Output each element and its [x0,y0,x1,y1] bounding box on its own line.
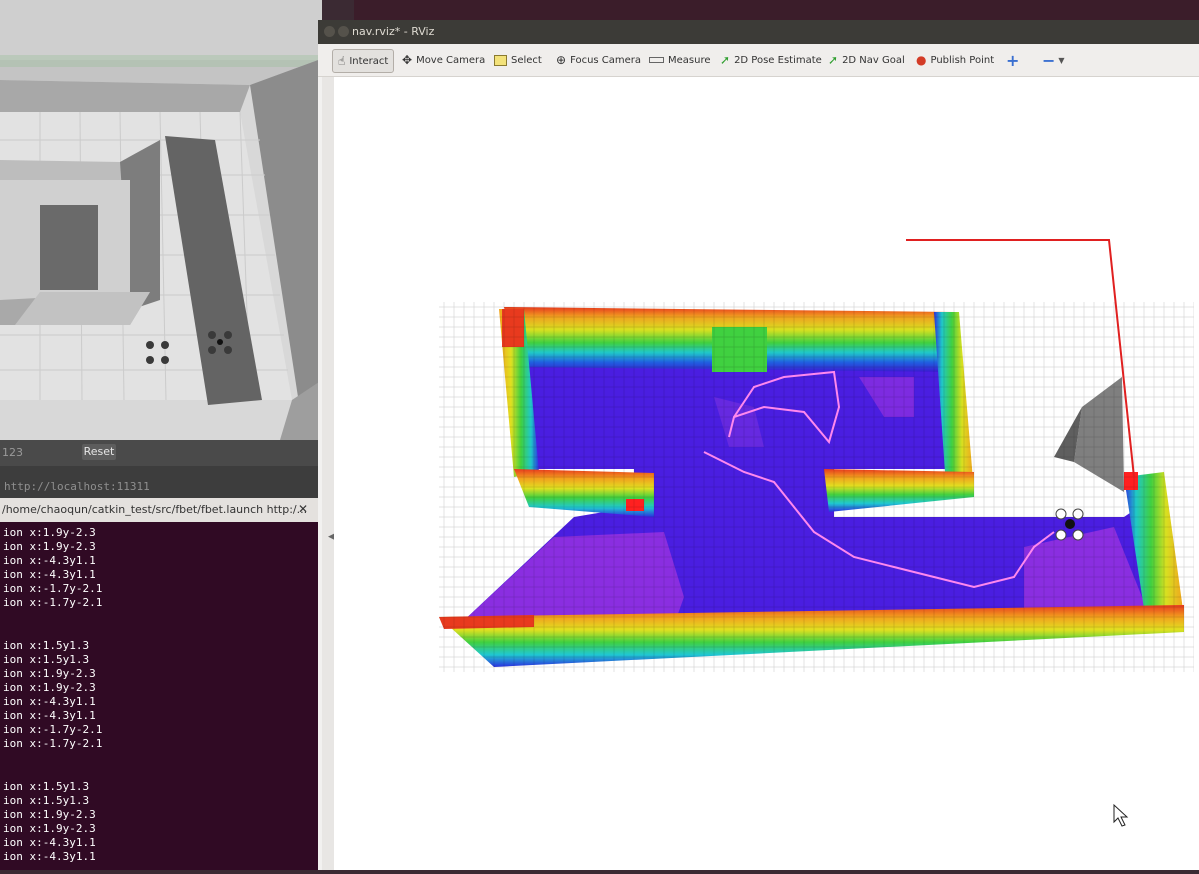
minus-icon[interactable]: − ▼ [1042,49,1065,71]
terminal-line: ion x:-4.3y1.1 [3,568,96,582]
terminal-line: ion x:1.5y1.3 [3,793,90,807]
terminal-line: ion x:-1.7y-2.1 [3,582,103,596]
rviz-title-bar: nav.rviz* - RViz [318,20,1199,44]
terminal-line: ion x:-4.3y1.1 [3,695,96,709]
gazebo-scene [0,0,322,440]
nav-goal-tool-button[interactable]: ➚ 2D Nav Goal [828,49,905,71]
publish-point-tool-label: Publish Point [930,54,995,66]
pose-estimate-tool-button[interactable]: ➚ 2D Pose Estimate [720,49,822,71]
publish-point-tool-button[interactable]: ● Publish Point [916,49,994,71]
close-window-icon[interactable] [324,26,335,37]
rviz-3d-viewport[interactable] [334,77,1199,870]
gazebo-iterations-field[interactable]: 123 [0,444,42,462]
terminal-line: ion x:-4.3y1.1 [3,836,96,850]
terminal-line: ion x:1.9y-2.3 [3,540,96,554]
terminal-line: ion x:-4.3y1.1 [3,554,96,568]
terminal-title-bar: http://localhost:11311 [0,466,318,498]
minimize-window-icon[interactable] [338,26,349,37]
measure-tool-button[interactable]: Measure [649,49,711,71]
green-arrow-icon: ➚ [720,53,731,67]
desktop-top-bar [354,0,1199,20]
terminal-line: ion x:1.5y1.3 [3,638,90,652]
close-tab-icon[interactable]: ✕ [298,502,308,516]
terminal-window[interactable]: http://localhost:11311 /home/chaoqun/cat… [0,466,318,870]
terminal-tab-label: /home/chaoqun/catkin_test/src/fbet/fbet.… [2,503,308,516]
terminal-line: ion x:1.9y-2.3 [3,821,96,835]
move-camera-tool-label: Move Camera [416,54,486,66]
interact-tool-label: Interact [349,55,389,67]
select-box-icon [494,54,507,66]
gazebo-viewport[interactable]: 123 Reset [0,0,322,470]
terminal-line: ion x:1.9y-2.3 [3,526,96,539]
measure-tool-label: Measure [668,54,711,66]
pose-estimate-tool-label: 2D Pose Estimate [734,54,822,66]
map-pin-icon: ● [916,53,927,67]
terminal-line: ion x:-1.7y-2.1 [3,596,103,610]
terminal-line: ion x:-4.3y1.1 [3,850,96,864]
move-camera-tool-button[interactable]: ✥ Move Camera [402,49,485,71]
terminal-line: ion x:1.5y1.3 [3,779,90,793]
terminal-line: ion x:1.5y1.3 [3,652,90,666]
focus-target-icon: ⊕ [556,53,567,67]
reset-button[interactable]: Reset [82,444,116,460]
move-arrows-icon: ✥ [402,53,413,67]
panel-splitter[interactable]: ◀ [322,77,335,870]
interact-tool-button[interactable]: ☝ Interact [332,49,395,73]
octomap-render [439,239,1194,827]
terminal-tab[interactable]: /home/chaoqun/catkin_test/src/fbet/fbet.… [0,498,318,522]
terminal-line: ion x:1.9y-2.3 [3,681,96,695]
nav-goal-tool-label: 2D Nav Goal [842,54,905,66]
rviz-title: nav.rviz* - RViz [352,25,435,38]
ruler-icon [649,57,664,63]
terminal-line: ion x:1.9y-2.3 [3,666,96,680]
gazebo-status-bar [0,440,322,466]
focus-camera-tool-button[interactable]: ⊕ Focus Camera [556,49,641,71]
focus-camera-tool-label: Focus Camera [570,54,642,66]
terminal-line: ion x:-4.3y1.1 [3,709,96,723]
rviz-toolbar: ☝ Interact ✥ Move Camera Select ⊕ Focus … [318,44,1199,77]
terminal-title: http://localhost:11311 [4,480,150,493]
green-arrow-icon: ➚ [828,53,839,67]
select-tool-button[interactable]: Select [494,49,542,71]
terminal-line: ion x:-1.7y-2.1 [3,737,103,751]
select-tool-label: Select [511,54,542,66]
terminal-line: ion x:1.9y-2.3 [3,807,96,821]
hand-icon: ☝ [338,54,346,68]
plus-icon[interactable]: + [1006,49,1019,71]
terminal-line: ion x:-1.7y-2.1 [3,723,103,737]
terminal-output: ion x:1.9y-2.3 ion x:1.9y-2.3 ion x:-4.3… [3,526,318,864]
rviz-window[interactable]: nav.rviz* - RViz ☝ Interact ✥ Move Camer… [318,20,1199,870]
